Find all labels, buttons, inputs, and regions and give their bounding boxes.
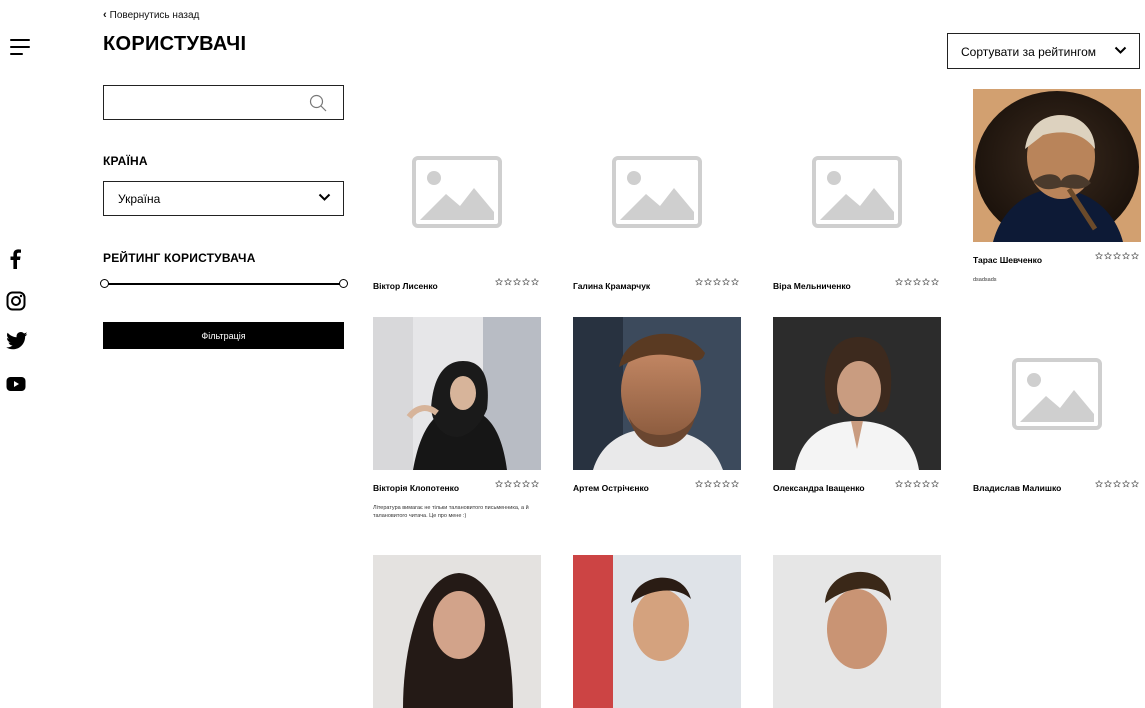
star-icon [904, 480, 912, 488]
star-icon [731, 278, 739, 286]
star-icon [513, 480, 521, 488]
star-icon [504, 278, 512, 286]
rating-stars[interactable] [695, 480, 739, 488]
star-icon [704, 278, 712, 286]
country-value: Україна [118, 192, 161, 206]
star-icon [931, 278, 939, 286]
star-icon [1095, 480, 1103, 488]
rating-range-slider[interactable] [100, 277, 348, 291]
image-placeholder-icon[interactable] [773, 115, 941, 268]
star-icon [922, 480, 930, 488]
star-icon [722, 480, 730, 488]
slider-min-handle[interactable] [100, 279, 109, 288]
star-icon [722, 278, 730, 286]
star-icon [1131, 480, 1139, 488]
star-icon [522, 480, 530, 488]
star-icon [513, 278, 521, 286]
user-avatar[interactable] [773, 317, 941, 470]
user-name[interactable]: Галина Крамарчук [573, 281, 650, 291]
star-icon [531, 480, 539, 488]
sort-dropdown[interactable]: Сортувати за рейтингом [947, 33, 1140, 69]
user-name[interactable]: Вікторія Клопотенко [373, 483, 459, 493]
image-placeholder-icon[interactable] [573, 115, 741, 268]
star-icon [1104, 480, 1112, 488]
star-icon [1113, 480, 1121, 488]
user-name[interactable]: Тарас Шевченко [973, 255, 1042, 265]
star-icon [704, 480, 712, 488]
user-avatar[interactable] [773, 555, 941, 708]
country-label: КРАЇНА [103, 154, 148, 168]
star-icon [1113, 252, 1121, 260]
user-name[interactable]: Віктор Лисенко [373, 281, 438, 291]
rating-stars[interactable] [895, 278, 939, 286]
user-name[interactable]: Владислав Малишко [973, 483, 1061, 493]
star-icon [504, 480, 512, 488]
star-icon [695, 278, 703, 286]
youtube-icon[interactable] [6, 376, 28, 398]
filter-button[interactable]: Фільтрація [103, 322, 344, 349]
user-name[interactable]: Артем Острічєнко [573, 483, 649, 493]
star-icon [713, 278, 721, 286]
user-avatar[interactable] [573, 555, 741, 708]
user-avatar[interactable] [373, 555, 541, 708]
instagram-icon[interactable] [6, 291, 28, 313]
facebook-icon[interactable] [9, 249, 31, 271]
rating-stars[interactable] [495, 480, 539, 488]
sort-value: Сортувати за рейтингом [961, 45, 1096, 59]
chevron-down-icon [318, 193, 331, 201]
hamburger-menu-icon[interactable] [10, 38, 30, 56]
star-icon [895, 480, 903, 488]
star-icon [713, 480, 721, 488]
star-icon [913, 480, 921, 488]
rating-stars[interactable] [695, 278, 739, 286]
rating-stars[interactable] [1095, 252, 1139, 260]
star-icon [495, 278, 503, 286]
back-link-label: Повернутись назад [109, 10, 200, 21]
star-icon [1131, 252, 1139, 260]
rating-stars[interactable] [1095, 480, 1139, 488]
star-icon [531, 278, 539, 286]
star-icon [931, 480, 939, 488]
search-icon[interactable] [309, 94, 327, 112]
star-icon [522, 278, 530, 286]
user-name[interactable]: Олександра Іващенко [773, 483, 865, 493]
star-icon [913, 278, 921, 286]
image-placeholder-icon[interactable] [973, 317, 1141, 470]
rating-stars[interactable] [895, 480, 939, 488]
image-placeholder-icon[interactable] [373, 115, 541, 268]
star-icon [1104, 252, 1112, 260]
country-select[interactable]: Україна [103, 181, 344, 216]
search-input[interactable] [110, 86, 304, 119]
user-bio: dsadsads [973, 277, 997, 283]
search-field[interactable] [103, 85, 344, 120]
star-icon [1095, 252, 1103, 260]
user-bio: Література вимагає не тільки талановитог… [373, 505, 529, 519]
user-name[interactable]: Віра Мельниченко [773, 281, 851, 291]
star-icon [1122, 480, 1130, 488]
star-icon [731, 480, 739, 488]
user-avatar[interactable] [973, 89, 1141, 242]
chevron-left-icon: ‹ [103, 9, 107, 21]
chevron-down-icon [1114, 46, 1127, 54]
star-icon [495, 480, 503, 488]
star-icon [904, 278, 912, 286]
slider-max-handle[interactable] [339, 279, 348, 288]
page-title: КОРИСТУВАЧІ [103, 33, 247, 55]
rating-stars[interactable] [495, 278, 539, 286]
star-icon [695, 480, 703, 488]
slider-track [105, 283, 343, 285]
star-icon [1122, 252, 1130, 260]
star-icon [895, 278, 903, 286]
user-avatar[interactable] [373, 317, 541, 470]
rating-label: РЕЙТИНГ КОРИСТУВАЧА [103, 251, 256, 265]
back-link[interactable]: ‹ Повернутись назад [103, 9, 199, 21]
twitter-icon[interactable] [6, 332, 28, 354]
star-icon [922, 278, 930, 286]
user-avatar[interactable] [573, 317, 741, 470]
